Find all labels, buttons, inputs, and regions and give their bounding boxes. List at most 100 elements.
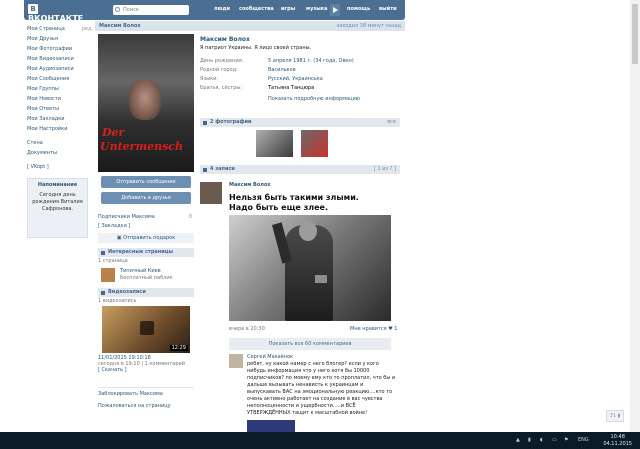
menu-item-documents[interactable]: Документы [27,148,93,158]
menu-item-friends[interactable]: Мои Друзья [27,34,93,44]
page-name[interactable]: Типичный Киев [120,268,161,274]
videos-count: 1 видеозапись [98,298,137,304]
wall-header[interactable]: 4 записи[ 1 из ? ] [200,165,400,174]
reminder-box: Напоминание Сегодня день рождения Витали… [27,178,88,238]
clock[interactable]: 10:48 04.11.2015 [603,434,632,448]
photo-thumb-1[interactable] [256,130,293,157]
nav-communities[interactable]: сообщества [239,6,274,12]
side-counter-button[interactable]: 31 ▮ [606,410,624,422]
post-text-line1: Нельзя быть такими злыми. [229,193,359,202]
edit-link[interactable]: ред. [82,24,93,34]
menu-item-news[interactable]: Мои Новости [27,94,93,104]
photos-thumbnails [200,127,400,159]
reminder-title: Напоминание [37,182,78,188]
report-page-link[interactable]: Пожаловаться на страницу [98,403,194,409]
taskbar: ▲ ▮ ◖ ▭ ⚑ ENG 10:48 04.11.2015 [0,432,640,449]
subscribers-link[interactable]: Подписчики Максима 8 [98,214,194,222]
profile-name: Максим Волох [200,36,250,43]
info-row-birthday: День рождения: 5 апреля 1981 г. (34 года,… [200,58,354,64]
comment-author[interactable]: Сергей Макаёнок [247,354,293,360]
search-input[interactable]: Поиск [113,5,189,15]
left-menu: Мои Страница ред. Мои Друзья Мои Фотограф… [27,24,93,172]
language-indicator[interactable]: ENG [578,437,589,443]
menu-item-answers[interactable]: Мои Ответы [27,104,93,114]
show-comments-button[interactable]: Показать все 60 комментариев [229,338,391,350]
interesting-pages-count: 1 страница [98,258,128,264]
menu-item-videos[interactable]: Мои Видеозаписи [27,54,93,64]
nav-people[interactable]: люди [214,6,230,12]
nav-games[interactable]: игры [281,6,295,12]
menu-item-bookmarks[interactable]: Мои Закладки [27,114,93,124]
photos-header[interactable]: 2 фотографии все [200,118,400,127]
heart-icon: ♥ [388,326,393,332]
play-icon[interactable] [330,4,340,16]
post-author-avatar[interactable] [200,182,222,204]
vk-logo-text: ВКОНТАКТЕ [28,14,84,23]
profile-face [129,80,161,120]
nav-music[interactable]: музыка [306,6,328,12]
play-video-icon [140,321,154,335]
reminder-text[interactable]: Сегодня день рождения Виталия Сафронова. [31,192,84,213]
comment-avatar[interactable] [229,354,243,368]
nav-logout[interactable]: выйти [379,6,397,12]
add-friend-button[interactable]: Добавить в друзья [101,192,191,204]
page-avatar [101,268,115,282]
post-image-armband [315,275,327,283]
clock-time: 10:48 [610,434,625,440]
video-duration: 12:29 [169,345,188,351]
wall-pager[interactable]: [ 1 из ? ] [374,165,396,174]
menu-item-my-page[interactable]: Мои Страница ред. [27,24,93,34]
vkopt-link[interactable]: [ VKopt ] [27,162,93,172]
profile-left-column: Der Untermensch Отправить сообщение Доба… [98,34,194,409]
profile-header-name: Максим Волох [99,23,141,29]
send-gift-button[interactable]: ▣ Отправить подарок [98,233,194,243]
menu-item-audio[interactable]: Мои Аудиозаписи [27,64,93,74]
clock-date: 04.11.2015 [603,441,632,447]
vk-logo-icon: В [28,4,38,14]
scrollbar[interactable] [630,0,640,432]
top-header: ВВКОНТАКТЕ Поиск люди сообщества игры му… [24,0,405,23]
network-icon[interactable]: ▮ [528,437,531,443]
send-message-button[interactable]: Отправить сообщение [101,176,191,188]
interesting-page-item[interactable]: Типичный Киев Бесплатный паблик [98,266,194,284]
menu-item-settings[interactable]: Мои Настройки [27,124,93,134]
scrollbar-thumb[interactable] [632,4,638,64]
vk-page: ВВКОНТАКТЕ Поиск люди сообщества игры му… [0,0,640,434]
battery-icon[interactable]: ▭ [552,437,557,443]
show-more-info-link[interactable]: Показать подробную информацию [268,96,400,102]
photo-caption-untermensch: Untermensch [100,140,183,153]
info-row-siblings: Братья, сёстры: Татьяна Танцюра [200,85,315,91]
post-text-line2: Надо быть еще злее. [229,203,329,212]
comment-body: Сергей Макаёнок ребят, ну какой намер с н… [247,354,397,417]
flag-icon[interactable]: ⚑ [564,437,568,443]
video-download-link[interactable]: [ Скачать ] [98,367,194,373]
menu-item-photos[interactable]: Мои Фотографии [27,44,93,54]
post-author[interactable]: Максим Волох [229,182,271,188]
video-thumbnail[interactable]: 12:29 [102,306,190,353]
page-description: Бесплатный паблик [120,275,173,281]
block-user-link[interactable]: Заблокировать Максима [98,387,194,397]
vk-logo[interactable]: ВВКОНТАКТЕ [28,4,86,23]
interesting-pages-header[interactable]: Интересные страницы [98,248,194,257]
post-image[interactable] [229,215,391,321]
search-placeholder: Поиск [123,7,139,13]
info-row-languages: Языки: Русский, Украинська [200,76,323,82]
menu-item-messages[interactable]: Мои Сообщения [27,74,93,84]
post-image-head [299,221,317,241]
profile-header: Максим Волох заходил 38 минут назад [95,21,405,31]
photo-thumb-2[interactable] [301,130,328,157]
nav-help[interactable]: помощь [347,6,370,12]
videos-header[interactable]: Видеозаписи [98,288,194,297]
photos-all-link[interactable]: все [387,118,396,127]
like-button[interactable]: Мне нравится ♥ 1 [350,326,397,332]
menu-item-wall[interactable]: Стена [27,138,93,148]
post-date[interactable]: вчера в 20:30 [229,326,265,332]
menu-item-groups[interactable]: Мои Группы [27,84,93,94]
photo-caption-der: Der [102,126,125,139]
search-icon [115,7,120,12]
info-row-hometown: Родной город: Васильков [200,67,296,73]
bookmarks-link[interactable]: [ Закладки ] [98,222,194,231]
profile-photo[interactable]: Der Untermensch [98,34,194,172]
volume-icon[interactable]: ◖ [540,437,543,443]
tray-up-icon[interactable]: ▲ [516,437,520,443]
